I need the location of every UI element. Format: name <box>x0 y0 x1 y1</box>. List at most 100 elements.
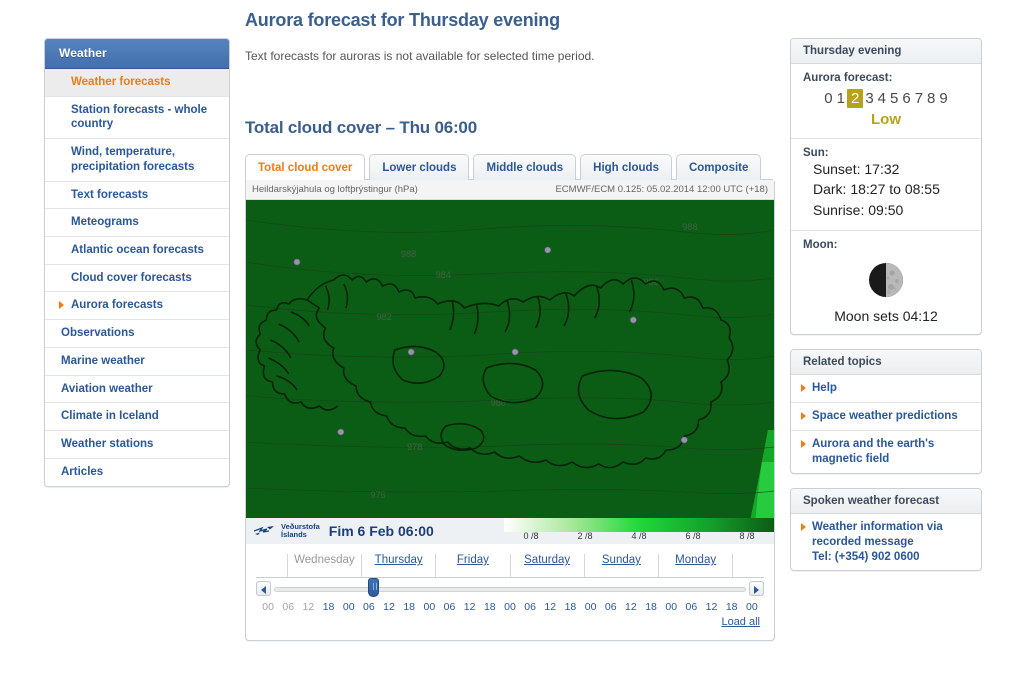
day-tab-friday[interactable]: Friday <box>436 554 511 577</box>
hour-label[interactable]: 18 <box>722 601 742 613</box>
hour-label[interactable]: 06 <box>278 601 298 613</box>
sidebar-item-label: Climate in Iceland <box>61 410 159 423</box>
aurora-section: Aurora forecast: 0123456789 Low <box>791 64 981 139</box>
sidebar-item-articles[interactable]: Articles <box>45 458 229 486</box>
sidebar-item-label: Aviation weather <box>61 382 153 395</box>
time-slider[interactable] <box>256 578 764 598</box>
hour-label[interactable]: 00 <box>742 601 762 613</box>
dark-text: Dark: 18:27 to 08:55 <box>813 181 940 198</box>
sidebar-item-aurora-forecasts[interactable]: Aurora forecasts <box>45 292 229 321</box>
hour-label[interactable]: 18 <box>399 601 419 613</box>
hour-label[interactable]: 00 <box>419 601 439 613</box>
hour-label[interactable]: 00 <box>661 601 681 613</box>
sidebar-item-atlantic-ocean-forecasts[interactable]: Atlantic ocean forecasts <box>45 237 229 265</box>
sidebar-header: Weather <box>45 39 229 69</box>
page-title: Aurora forecast for Thursday evening <box>245 10 560 30</box>
cloud-cover-map[interactable]: 988 988 984 986 982 980 978 976 <box>246 200 774 518</box>
hour-label[interactable]: 12 <box>701 601 721 613</box>
bullet-arrow-icon <box>801 411 806 420</box>
aurora-scale-value-6: 6 <box>902 90 911 107</box>
sidebar-item-observations[interactable]: Observations <box>45 320 229 348</box>
day-tab-monday[interactable]: Monday <box>659 554 734 577</box>
moon-label: Moon: <box>803 238 838 251</box>
sidebar-item-text-forecasts[interactable]: Text forecasts <box>45 181 229 210</box>
sidebar-item-label: Weather forecasts <box>71 76 171 88</box>
sunset-text: Sunset: 17:32 <box>813 161 900 177</box>
load-all-link[interactable]: Load all <box>246 616 760 628</box>
hour-label[interactable]: 18 <box>560 601 580 613</box>
hour-label[interactable]: 00 <box>339 601 359 613</box>
sidebar-item-wind-temperature-precipitation-forecasts[interactable]: Wind, temperature, precipitation forecas… <box>45 139 229 182</box>
hour-label[interactable]: 12 <box>540 601 560 613</box>
slider-track[interactable] <box>274 587 746 592</box>
hour-label[interactable]: 12 <box>460 601 480 613</box>
hour-label[interactable]: 06 <box>681 601 701 613</box>
sidebar-item-label: Wind, temperature, precipitation forecas… <box>71 146 195 173</box>
tab-composite[interactable]: Composite <box>675 154 762 180</box>
legend-tick: 8 /8 <box>739 531 755 541</box>
hour-label[interactable]: 12 <box>298 601 318 613</box>
map-timestamp: Fim 6 Feb 06:00 <box>328 523 434 539</box>
tab-high-clouds[interactable]: High clouds <box>580 154 672 180</box>
isobar-label-976: 976 <box>370 490 385 500</box>
slider-handle[interactable] <box>367 578 379 597</box>
spoken-forecast-link[interactable]: Weather information via recorded message… <box>791 514 981 571</box>
aurora-scale-value-1: 1 <box>836 90 845 107</box>
tab-lower-clouds[interactable]: Lower clouds <box>369 154 470 180</box>
hour-label[interactable]: 18 <box>641 601 661 613</box>
isobar-label-978: 978 <box>407 442 422 452</box>
sidebar-item-meteograms[interactable]: Meteograms <box>45 209 229 238</box>
moon-section: Moon: Moon sets 04:12 <box>791 231 981 334</box>
slider-prev-button[interactable] <box>256 581 271 596</box>
moon-set-text: Moon sets 04:12 <box>834 307 938 324</box>
sidebar-item-weather-forecasts[interactable]: Weather forecasts <box>45 69 229 97</box>
map-caption-right: ECMWF/ECM 0.125: 05.02.2014 12:00 UTC (+… <box>555 184 768 195</box>
tab-middle-clouds[interactable]: Middle clouds <box>473 154 577 180</box>
sunrise-text: Sunrise: 09:50 <box>813 201 904 218</box>
brand-text: Veðurstofa Íslands <box>281 522 320 540</box>
aurora-scale-value-4: 4 <box>877 90 886 107</box>
hour-label[interactable]: 00 <box>258 601 278 613</box>
day-tab-thursday[interactable]: Thursday <box>362 554 437 577</box>
moon-graphic-wrap <box>803 261 969 302</box>
hour-label[interactable]: 00 <box>500 601 520 613</box>
sidebar-item-cloud-cover-forecasts[interactable]: Cloud cover forecasts <box>45 264 229 293</box>
sidebar-item-label: Cloud cover forecasts <box>71 271 192 284</box>
sidebar-item-label: Text forecasts <box>71 188 149 201</box>
legend-scale: 0 /8 2 /8 4 /8 6 /8 8 /8 <box>504 518 774 544</box>
hour-label[interactable]: 12 <box>379 601 399 613</box>
day-tab-saturday[interactable]: Saturday <box>511 554 585 577</box>
hour-label[interactable]: 00 <box>581 601 601 613</box>
related-link[interactable]: Space weather predictions <box>791 403 981 431</box>
spoken-line-3: Tel: (+354) 902 0600 <box>812 550 920 563</box>
related-link[interactable]: Help <box>791 375 981 403</box>
legend-tick: 6 /8 <box>685 531 701 541</box>
hour-label[interactable]: 06 <box>520 601 540 613</box>
hour-label[interactable]: 06 <box>439 601 459 613</box>
legend-gradient <box>504 518 774 532</box>
hour-label[interactable]: 06 <box>359 601 379 613</box>
sidebar-item-marine-weather[interactable]: Marine weather <box>45 347 229 376</box>
right-sidebar: Thursday evening Aurora forecast: 012345… <box>790 38 982 585</box>
hour-label[interactable]: 06 <box>601 601 621 613</box>
sidebar-item-label: Aurora forecasts <box>71 299 164 312</box>
page-root: Weather Weather forecasts Station forecas… <box>0 0 1024 686</box>
day-tab-sunday[interactable]: Sunday <box>585 554 660 577</box>
related-link-text: Aurora and the earth's magnetic field <box>812 437 935 465</box>
bullet-arrow-icon <box>801 439 806 448</box>
slider-next-button[interactable] <box>749 581 764 596</box>
hour-label[interactable]: 18 <box>318 601 338 613</box>
hour-label[interactable]: 18 <box>480 601 500 613</box>
sidebar-item-station-forecasts-whole-country[interactable]: Station forecasts - whole country <box>45 96 229 140</box>
sidebar-item-weather-stations[interactable]: Weather stations <box>45 431 229 459</box>
sidebar-item-label: Station forecasts - whole country <box>71 103 208 131</box>
tab-total-cloud-cover[interactable]: Total cloud cover <box>245 154 366 180</box>
intro-text: Text forecasts for auroras is not availa… <box>245 49 595 63</box>
hour-label[interactable]: 12 <box>621 601 641 613</box>
related-link[interactable]: Aurora and the earth's magnetic field <box>791 431 981 473</box>
aurora-scale-value-3: 3 <box>865 90 874 107</box>
aurora-forecast-box: Thursday evening Aurora forecast: 012345… <box>790 38 982 335</box>
sidebar-list: Weather forecasts Station forecasts - who… <box>45 69 229 486</box>
sidebar-item-climate-in-iceland[interactable]: Climate in Iceland <box>45 403 229 432</box>
sidebar-item-aviation-weather[interactable]: Aviation weather <box>45 375 229 404</box>
